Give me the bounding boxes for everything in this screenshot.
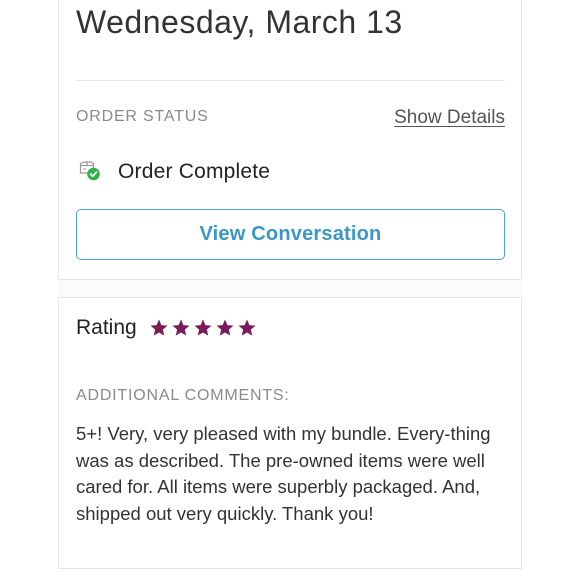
star-icon — [216, 319, 234, 336]
star-icon — [194, 319, 212, 336]
divider — [76, 80, 505, 81]
rating-label: Rating — [76, 316, 137, 339]
view-conversation-button[interactable]: View Conversation — [76, 209, 505, 260]
star-icon — [150, 319, 168, 336]
order-status-heading: ORDER STATUS — [76, 108, 209, 125]
order-details-page: Wednesday, March 13 ORDER STATUS Show De… — [0, 0, 580, 580]
order-date: Wednesday, March 13 — [76, 4, 403, 40]
card-gap — [58, 280, 522, 298]
order-status-text: Order Complete — [118, 160, 271, 183]
additional-comments-text: 5+! Very, very pleased with my bundle. E… — [76, 423, 491, 524]
order-status-row: Order Complete — [78, 158, 270, 186]
rating-stars — [149, 318, 257, 338]
rating-row: Rating — [76, 316, 257, 340]
star-icon — [238, 319, 256, 336]
star-icon — [172, 319, 190, 336]
show-details-link[interactable]: Show Details — [394, 107, 505, 129]
additional-comments-heading: ADDITIONAL COMMENTS: — [76, 387, 290, 404]
package-check-icon — [78, 160, 102, 184]
